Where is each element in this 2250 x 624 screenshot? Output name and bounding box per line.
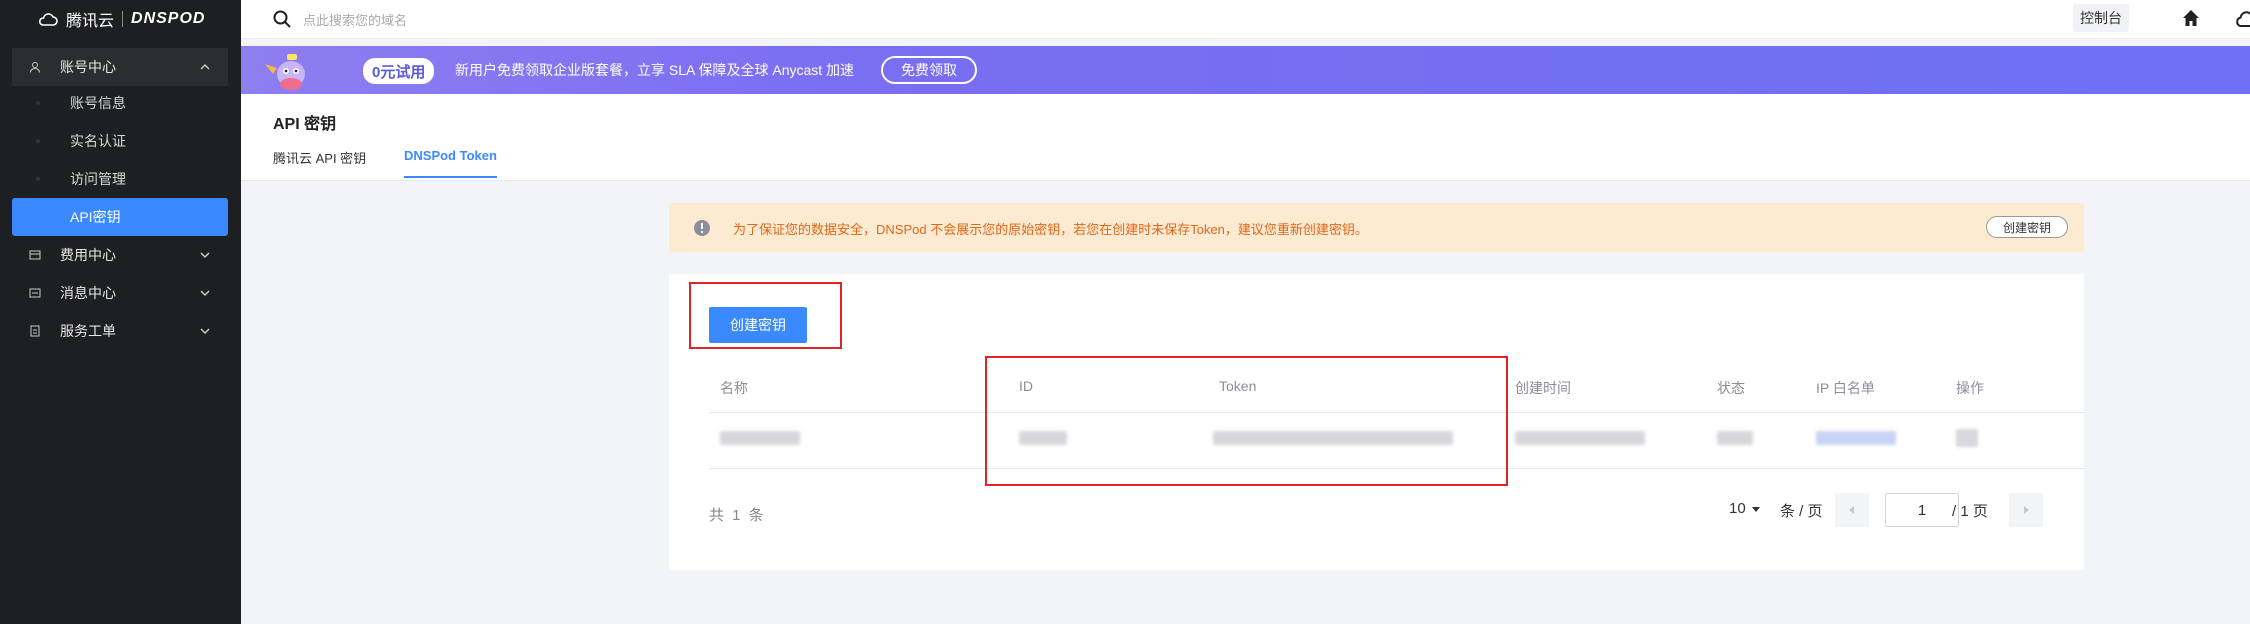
redacted-status: [1717, 431, 1753, 445]
chevron-left-icon: [1849, 506, 1854, 514]
page-title: API 密钥: [273, 116, 337, 133]
sidebar-group-label: 消息中心: [60, 285, 116, 301]
search-icon[interactable]: [272, 9, 292, 29]
total-count: 共 1 条: [709, 507, 766, 524]
mascot-illustration: [263, 50, 313, 94]
notice-create-key-button[interactable]: 创建密钥: [1986, 216, 2068, 238]
prev-page-button[interactable]: [1835, 493, 1869, 527]
next-page-button[interactable]: [2009, 493, 2043, 527]
brand-name: DNSPOD: [131, 10, 206, 27]
ticket-icon: [28, 324, 42, 338]
topbar: 控制台: [241, 0, 2250, 39]
chevron-down-icon: [198, 324, 212, 338]
bullet: [36, 101, 40, 105]
bullet: [36, 215, 40, 219]
user-icon: [28, 60, 42, 74]
highlight-box-id-token: [985, 356, 1508, 486]
sidebar-item-verification[interactable]: 实名认证: [12, 122, 228, 160]
logo-divider: [122, 11, 124, 27]
chevron-down-icon: [198, 248, 212, 262]
chevron-up-icon: [198, 60, 212, 74]
sidebar-group-billing[interactable]: 费用中心: [12, 236, 228, 274]
sidebar-group-messages[interactable]: 消息中心: [12, 274, 228, 312]
sidebar-item-label: 实名认证: [70, 133, 126, 149]
cloud-icon[interactable]: [2234, 9, 2250, 29]
chevron-right-icon: [2024, 506, 2029, 514]
redacted-name: [720, 431, 800, 445]
caret-down-icon: [1751, 506, 1760, 512]
logo-text: 腾讯云: [66, 13, 115, 30]
redacted-action[interactable]: [1956, 429, 1978, 447]
trial-badge: 0元试用: [363, 58, 435, 84]
free-claim-button[interactable]: 免费领取: [881, 56, 977, 84]
sidebar-group-label: 费用中心: [60, 247, 116, 263]
tab-tencent-api-keys[interactable]: 腾讯云 API 密钥: [273, 148, 366, 176]
home-icon[interactable]: [2180, 7, 2202, 29]
promo-banner: 0元试用 新用户免费领取企业版套餐，立享 SLA 保障及全球 Anycast 加…: [241, 46, 2250, 94]
chevron-down-icon: [198, 286, 212, 300]
sidebar-item-label: 账号信息: [70, 95, 126, 111]
domain-search-input[interactable]: [301, 9, 605, 31]
column-header-ip-whitelist: IP 白名单: [1816, 380, 1875, 396]
bullet: [36, 177, 40, 181]
wallet-icon: [28, 248, 42, 262]
cloud-logo-icon: [38, 13, 58, 26]
page-header: API 密钥 腾讯云 API 密钥 DNSPod Token: [241, 94, 2250, 181]
message-icon: [28, 286, 42, 300]
sidebar-group-tickets[interactable]: 服务工单: [12, 312, 228, 350]
bullet: [36, 139, 40, 143]
sidebar-item-account-info[interactable]: 账号信息: [12, 84, 228, 122]
column-header-created-time: 创建时间: [1515, 380, 1571, 396]
console-button[interactable]: 控制台: [2073, 4, 2129, 32]
redacted-created-time: [1515, 431, 1645, 445]
highlight-box-create: [689, 282, 842, 349]
page-number-input[interactable]: [1885, 493, 1959, 527]
column-header-name: 名称: [720, 380, 748, 396]
page-size-select[interactable]: 10: [1729, 500, 1761, 517]
column-header-status: 状态: [1717, 380, 1745, 396]
sidebar-item-label: 访问管理: [70, 171, 126, 187]
token-table-card: 创建密钥 名称 ID Token 创建时间 状态 IP 白名单 操作 共 1 条…: [669, 274, 2087, 570]
security-notice: 为了保证您的数据安全，DNSPod 不会展示您的原始密钥，若您在创建时未保存To…: [669, 203, 2084, 252]
sidebar-group-label: 服务工单: [60, 323, 116, 339]
page-size-value: 10: [1729, 500, 1746, 517]
logo[interactable]: 腾讯云 DNSPOD: [0, 0, 241, 38]
sidebar-item-label: API密钥: [70, 209, 121, 225]
banner-text: 新用户免费领取企业版套餐，立享 SLA 保障及全球 Anycast 加速: [455, 62, 855, 78]
sidebar-group-account[interactable]: 账号中心: [12, 48, 228, 86]
sidebar-item-access-management[interactable]: 访问管理: [12, 160, 228, 198]
column-header-actions: 操作: [1956, 380, 1984, 396]
notice-text: 为了保证您的数据安全，DNSPod 不会展示您的原始密钥，若您在创建时未保存To…: [733, 222, 1368, 237]
per-page-label: 条 / 页: [1780, 503, 1823, 520]
sidebar: 腾讯云 DNSPOD 账号中心 账号信息 实名认证 访问管理 API密钥 费用中…: [0, 0, 241, 624]
info-icon: [693, 219, 711, 237]
tab-dnspod-token[interactable]: DNSPod Token: [404, 148, 497, 178]
redacted-ip-whitelist: [1816, 431, 1896, 445]
sidebar-item-api-keys[interactable]: API密钥: [12, 198, 228, 236]
total-pages-label: / 1 页: [1952, 503, 1988, 520]
sidebar-group-label: 账号中心: [60, 59, 116, 75]
